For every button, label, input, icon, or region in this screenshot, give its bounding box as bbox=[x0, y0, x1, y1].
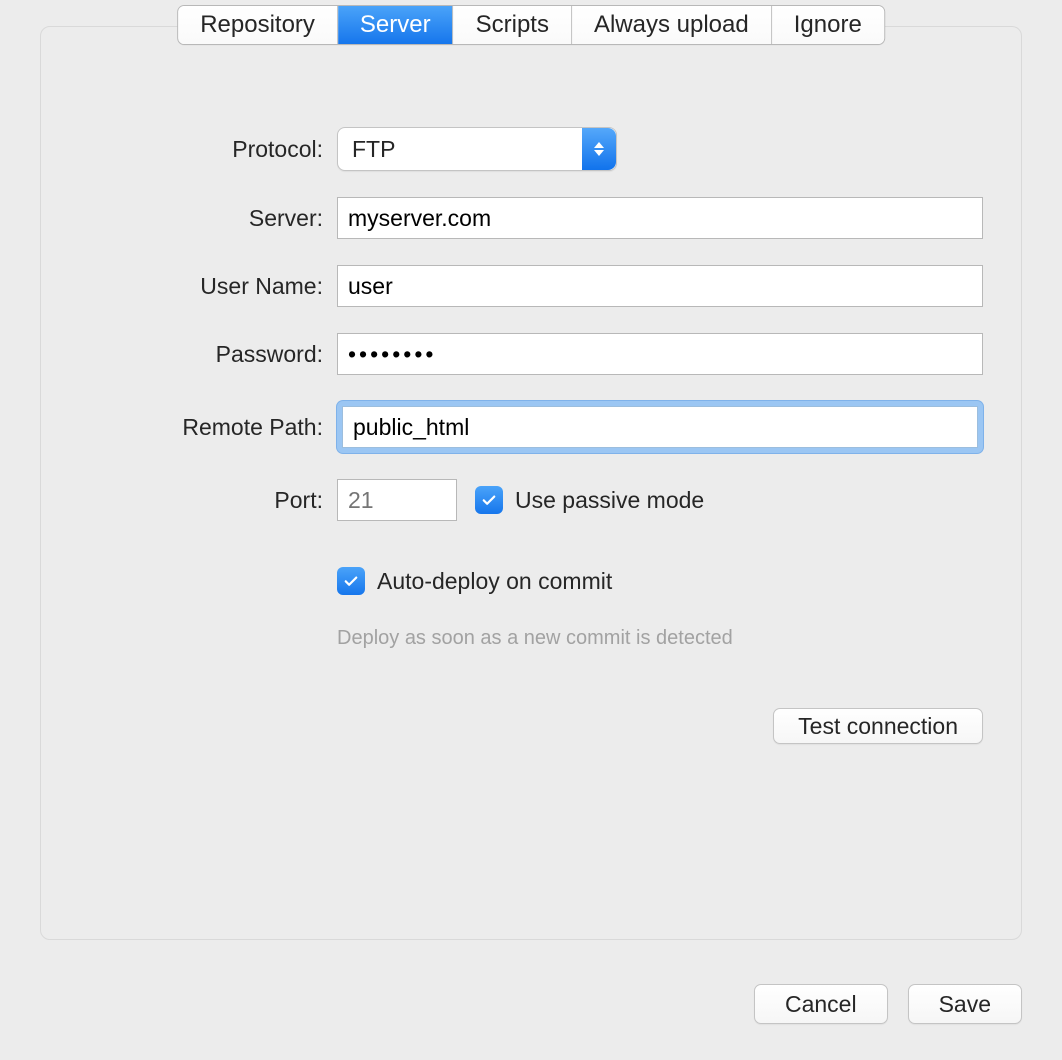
row-username: User Name: bbox=[79, 265, 983, 307]
passive-mode-label: Use passive mode bbox=[515, 487, 704, 514]
save-button[interactable]: Save bbox=[908, 984, 1022, 1024]
settings-panel: Protocol: FTP Server: User Name: bbox=[40, 26, 1022, 940]
test-connection-button[interactable]: Test connection bbox=[773, 708, 983, 744]
password-input[interactable] bbox=[337, 333, 983, 375]
autodeploy-label: Auto-deploy on commit bbox=[377, 568, 612, 595]
protocol-dropdown[interactable]: FTP bbox=[337, 127, 617, 171]
passive-mode-checkbox[interactable] bbox=[475, 486, 503, 514]
server-form: Protocol: FTP Server: User Name: bbox=[41, 127, 1021, 744]
tab-repository[interactable]: Repository bbox=[178, 6, 338, 44]
dialog-buttons: Cancel Save bbox=[754, 984, 1022, 1024]
autodeploy-checkbox[interactable] bbox=[337, 567, 365, 595]
tab-server[interactable]: Server bbox=[338, 6, 454, 44]
autodeploy-hint: Deploy as soon as a new commit is detect… bbox=[337, 627, 733, 650]
checkmark-icon bbox=[342, 572, 360, 590]
test-connection-row: Test connection bbox=[79, 708, 983, 744]
tab-ignore[interactable]: Ignore bbox=[772, 6, 884, 44]
tab-always-upload[interactable]: Always upload bbox=[572, 6, 772, 44]
row-protocol: Protocol: FTP bbox=[79, 127, 983, 171]
passive-mode-option[interactable]: Use passive mode bbox=[475, 486, 704, 514]
row-port: Port: Use passive mode bbox=[79, 479, 983, 521]
label-username: User Name: bbox=[79, 273, 337, 300]
server-input[interactable] bbox=[337, 197, 983, 239]
checkmark-icon bbox=[480, 491, 498, 509]
remote-path-input[interactable] bbox=[342, 406, 978, 448]
label-port: Port: bbox=[79, 487, 337, 514]
port-input[interactable] bbox=[337, 479, 457, 521]
label-server: Server: bbox=[79, 205, 337, 232]
username-input[interactable] bbox=[337, 265, 983, 307]
updown-icon bbox=[582, 128, 616, 170]
cancel-button[interactable]: Cancel bbox=[754, 984, 888, 1024]
protocol-value: FTP bbox=[352, 136, 395, 163]
tab-bar: Repository Server Scripts Always upload … bbox=[177, 5, 885, 45]
autodeploy-option[interactable]: Auto-deploy on commit bbox=[337, 567, 612, 595]
row-password: Password: bbox=[79, 333, 983, 375]
label-remote-path: Remote Path: bbox=[79, 414, 337, 441]
row-remote-path: Remote Path: bbox=[79, 401, 983, 453]
remote-path-focus-ring bbox=[337, 401, 983, 453]
label-password: Password: bbox=[79, 341, 337, 368]
row-server: Server: bbox=[79, 197, 983, 239]
tab-scripts[interactable]: Scripts bbox=[454, 6, 572, 44]
row-autodeploy: Auto-deploy on commit Deploy as soon as … bbox=[79, 567, 983, 650]
label-protocol: Protocol: bbox=[79, 136, 337, 163]
